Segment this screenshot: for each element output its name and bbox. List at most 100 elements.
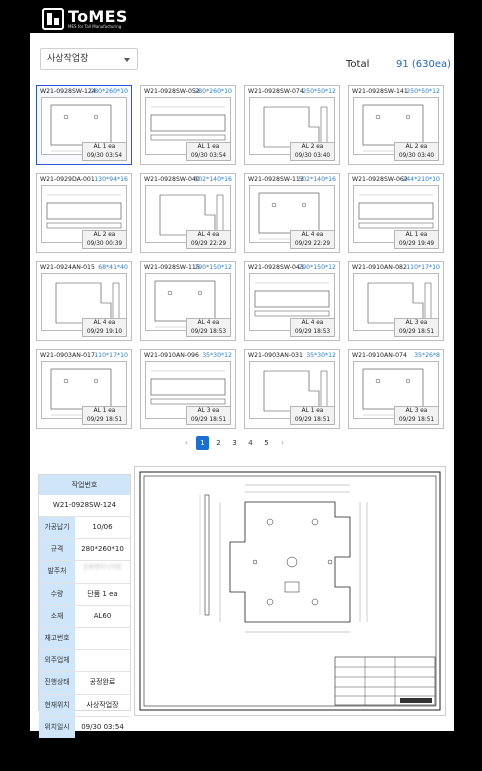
card-size: 280*260*10	[194, 88, 232, 95]
work-card[interactable]: W21-0924AN-015 68*41*40 AL 4 ea 09/29 19:10	[36, 261, 132, 341]
work-card[interactable]: W21-0928SW-043 290*150*12 AL 4 ea 09/29 18:…	[244, 261, 340, 341]
work-card[interactable]: W21-0910AN-082 110*17*10 AL 3 ea 09/29 18:5…	[348, 261, 444, 341]
card-info: AL 4 ea 09/29 22:29	[290, 230, 335, 249]
card-quantity: AL 4 ea	[93, 320, 116, 326]
detail-row: 재고번호	[39, 627, 130, 651]
detail-header: 작업번호	[39, 475, 130, 495]
card-size: 244*210*10	[402, 176, 440, 183]
work-card[interactable]: W21-0928SW-124 280*260*10 AL 1 ea 09/30 03:…	[36, 85, 132, 165]
card-date: 09/29 19:10	[86, 328, 123, 335]
detail-row-label: 진행상태	[39, 672, 75, 694]
work-card[interactable]: W21-0903AN-031 35*30*12 AL 1 ea 09/29 18:51	[244, 349, 340, 429]
pagination-page-2[interactable]: 2	[212, 436, 225, 450]
work-card[interactable]: W21-0928SW-062 244*210*10 AL 1 ea 09/29 19:…	[348, 173, 444, 253]
work-card[interactable]: W21-0928SW-141 250*50*12 AL 2 ea 09/30 03:4…	[348, 85, 444, 165]
work-card[interactable]: W21-0928SW-115 290*150*12 AL 4 ea 09/29 18:…	[140, 261, 236, 341]
card-work-number: W21-0928SW-074	[248, 88, 304, 95]
workplace-select-value: 사상작업장	[47, 54, 89, 64]
work-card[interactable]: W21-0928SW-040 502*140*16 AL 4 ea 09/29 22:…	[140, 173, 236, 253]
card-date: 09/29 22:29	[294, 240, 331, 247]
card-info: AL 3 ea 09/29 18:51	[394, 318, 439, 337]
detail-row: 가공납기 10/06	[39, 517, 130, 540]
card-size: 290*150*12	[194, 264, 232, 271]
card-quantity: AL 4 ea	[301, 232, 324, 238]
card-quantity: AL 4 ea	[197, 232, 220, 238]
card-work-number: W21-0928SW-141	[352, 88, 408, 95]
card-quantity: AL 3 ea	[405, 408, 428, 414]
card-info: AL 1 ea 09/30 03:54	[186, 142, 231, 161]
detail-row-label: 위치일시	[39, 716, 75, 738]
detail-row-value	[75, 650, 130, 671]
pagination-next-button[interactable]: ›	[276, 436, 289, 450]
detail-row-value: 10/06	[92, 523, 113, 531]
pagination-page-4[interactable]: 4	[244, 436, 257, 450]
detail-row-label: 현재위치	[39, 694, 75, 716]
total-value: 91 (630ea)	[396, 59, 452, 70]
workplace-select[interactable]: 사상작업장	[40, 48, 138, 70]
card-work-number: W21-0928SW-043	[248, 264, 304, 271]
main-screen: 사상작업장 Total 91 (630ea) W21-0928SW-124 280…	[30, 33, 454, 738]
pagination-page-3[interactable]: 3	[228, 436, 241, 450]
pagination-page-1[interactable]: 1	[196, 436, 209, 450]
detail-row: 발주처 삼원엔지니어링	[39, 561, 130, 584]
drawing-image	[139, 471, 441, 711]
pagination: ‹ 1 2 3 4 5 ›	[180, 436, 289, 452]
card-size: 110*17*10	[406, 264, 440, 271]
detail-row-label: 외주업체	[39, 650, 75, 672]
card-info: AL 2 ea 09/30 03:40	[290, 142, 335, 161]
card-info: AL 3 ea 09/29 18:51	[186, 406, 231, 425]
detail-row-value: AL60	[93, 611, 112, 620]
card-quantity: AL 1 ea	[197, 144, 220, 150]
card-date: 09/30 00:39	[86, 240, 123, 247]
detail-row-value: 09/30 03:54	[81, 722, 124, 731]
detail-row-value: 삼원엔지니어링	[83, 564, 122, 572]
detail-row-value	[75, 628, 130, 649]
work-card[interactable]: W21-0928SW-074 250*50*12 AL 2 ea 09/30 03:4…	[244, 85, 340, 165]
drawing-preview[interactable]	[134, 466, 446, 716]
card-work-number: W21-0929DA-001	[40, 176, 95, 183]
card-date: 09/30 03:40	[398, 152, 435, 159]
detail-row-value: 공정완료	[89, 678, 116, 687]
card-info: AL 4 ea 09/29 18:53	[290, 318, 335, 337]
chevron-down-icon	[124, 58, 130, 62]
card-date: 09/29 18:51	[398, 328, 435, 335]
card-quantity: AL 2 ea	[301, 144, 324, 150]
card-size: 250*50*12	[406, 88, 440, 95]
card-work-number: W21-0910AN-082	[352, 264, 407, 271]
card-date: 09/29 18:51	[86, 416, 123, 423]
card-quantity: AL 1 ea	[93, 408, 116, 414]
card-info: AL 2 ea 09/30 03:40	[394, 142, 439, 161]
card-quantity: AL 2 ea	[405, 144, 428, 150]
card-info: AL 4 ea 09/29 22:29	[186, 230, 231, 249]
logo-icon	[42, 8, 64, 30]
work-card[interactable]: W21-0910AN-074 35*26*8 AL 3 ea 09/29 18:51	[348, 349, 444, 429]
detail-row: 규격 280*260*10	[39, 539, 130, 562]
detail-row-value: 단품 1 ea	[87, 589, 118, 598]
card-work-number: W21-0928SW-062	[352, 176, 408, 183]
detail-row-label: 규격	[39, 539, 75, 561]
work-card[interactable]: W21-0929DA-001 130*94*16 AL 2 ea 09/30 00:3…	[36, 173, 132, 253]
detail-row-label: 가공납기	[39, 517, 75, 539]
card-info: AL 2 ea 09/30 00:39	[82, 230, 127, 249]
card-size: 250*50*12	[302, 88, 336, 95]
detail-row: 수량 단품 1 ea	[39, 583, 130, 606]
work-card[interactable]: W21-0928SW-052 280*260*10 AL 1 ea 09/30 03:…	[140, 85, 236, 165]
detail-row: 진행상태 공정완료	[39, 672, 130, 695]
card-size: 290*150*12	[298, 264, 336, 271]
card-size: 502*140*16	[298, 176, 336, 183]
work-card[interactable]: W21-0903AN-017 110*17*10 AL 1 ea 09/29 18:5…	[36, 349, 132, 429]
device-frame: ToMES MES for Tall Manufacturing 사상작업장 T…	[0, 0, 482, 771]
logo-title: ToMES	[68, 6, 128, 26]
card-work-number: W21-0928SW-052	[144, 88, 200, 95]
pagination-prev-button[interactable]: ‹	[180, 436, 193, 450]
card-size: 35*30*12	[306, 352, 336, 359]
card-work-number: W21-0910AN-074	[352, 352, 407, 359]
work-detail-panel: 작업번호 W21-0928SW-124 가공납기 10/06 규격 280*260*1…	[38, 474, 131, 738]
pagination-page-5[interactable]: 5	[260, 436, 273, 450]
card-work-number: W21-0924AN-015	[40, 264, 95, 271]
work-card[interactable]: W21-0910AN-096 35*30*12 AL 3 ea 09/29 18:51	[140, 349, 236, 429]
card-date: 09/29 22:29	[190, 240, 227, 247]
card-work-number: W21-0903AN-031	[248, 352, 303, 359]
detail-row-value: 280*260*10	[81, 545, 124, 554]
work-card[interactable]: W21-0928SW-113 502*140*16 AL 4 ea 09/29 22:…	[244, 173, 340, 253]
